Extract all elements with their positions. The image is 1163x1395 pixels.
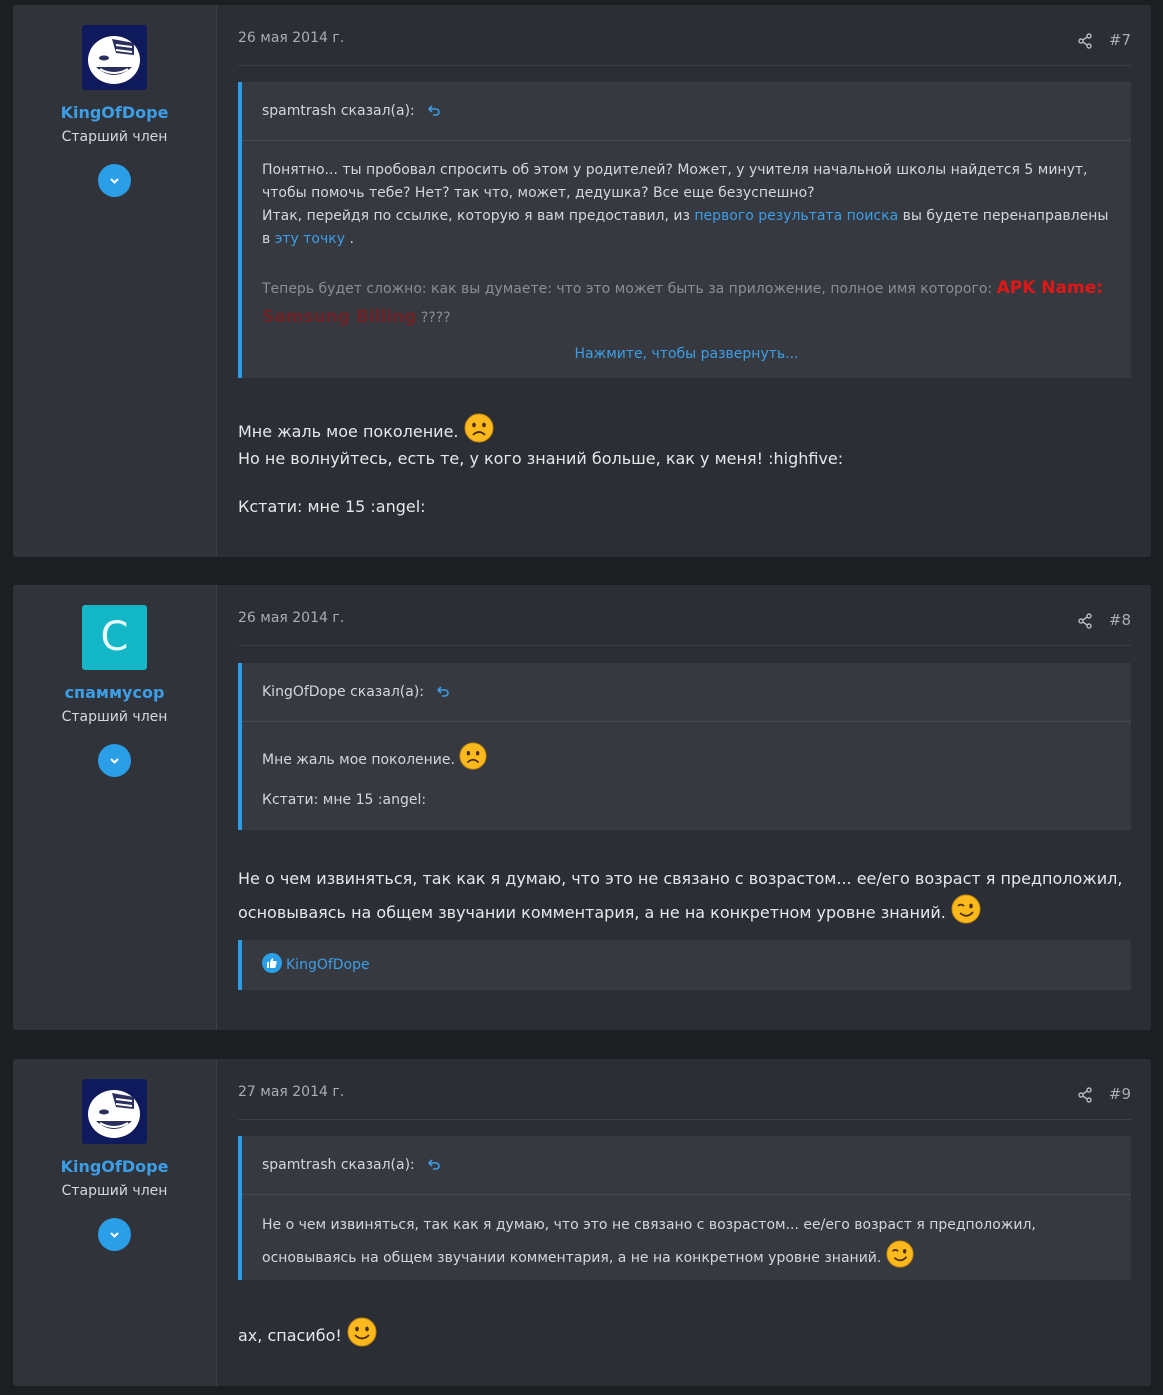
chevron-down-icon	[110, 1232, 119, 1238]
apk-name-value: Samsung Billing	[262, 307, 417, 327]
post-9: KingOfDope Старший член 27 мая 2014 г. #…	[13, 1059, 1151, 1386]
search-result-link[interactable]: первого результата поиска	[694, 208, 898, 224]
username[interactable]: спаммусор	[13, 683, 216, 702]
point-link[interactable]: эту точку	[275, 231, 345, 247]
user-title: Старший член	[61, 129, 168, 145]
quote-header[interactable]: KingOfDope сказал(а):	[242, 663, 1131, 722]
post-main: 27 мая 2014 г. #9 spamtrash сказал(а): Н…	[217, 1059, 1151, 1386]
reply-arrow-icon[interactable]	[427, 104, 441, 118]
post-8: С спаммусор Старший член 26 мая 2014 г. …	[13, 585, 1151, 1030]
quote-body: Понятно... ты пробовал спросить об этом …	[242, 141, 1131, 332]
post-message: Мне жаль мое поколение. Но не волнуйтесь…	[238, 413, 1131, 520]
smile-emoji-icon	[347, 1317, 377, 1347]
avatar[interactable]: С	[82, 605, 147, 670]
post-number[interactable]: #7	[1109, 31, 1131, 49]
wink-emoji-icon	[951, 894, 981, 924]
frown-emoji-icon	[464, 413, 494, 443]
user-cell: KingOfDope Старший член	[13, 1059, 217, 1386]
user-title: Старший член	[61, 709, 168, 725]
post-date[interactable]: 26 мая 2014 г.	[238, 30, 344, 46]
post-number[interactable]: #8	[1109, 611, 1131, 629]
quote-header[interactable]: spamtrash сказал(а):	[242, 82, 1131, 141]
user-title: Старший член	[61, 1183, 168, 1199]
reply-arrow-icon[interactable]	[436, 685, 450, 699]
reply-arrow-icon[interactable]	[427, 1158, 441, 1172]
quote-block: spamtrash сказал(а): Не о чем извиняться…	[238, 1136, 1131, 1280]
avatar[interactable]	[82, 25, 147, 90]
like-user-link[interactable]: KingOfDope	[286, 957, 370, 973]
quote-body: Мне жаль мое поколение. Кстати: мне 15 :…	[242, 722, 1131, 812]
share-icon[interactable]	[1077, 33, 1093, 49]
user-cell: KingOfDope Старший член	[13, 5, 217, 557]
frown-emoji-icon	[459, 742, 487, 770]
quote-block: KingOfDope сказал(а): Мне жаль мое покол…	[238, 663, 1131, 830]
post-message: ах, спасибо!	[238, 1317, 1131, 1349]
quote-author: spamtrash сказал(а):	[262, 1157, 415, 1173]
expand-quote-link[interactable]: Нажмите, чтобы развернуть...	[242, 346, 1131, 362]
divider	[238, 645, 1131, 646]
quote-author: spamtrash сказал(а):	[262, 103, 415, 119]
post-number[interactable]: #9	[1109, 1085, 1131, 1103]
divider	[238, 1119, 1131, 1120]
username[interactable]: KingOfDope	[13, 1157, 216, 1176]
expand-user-button[interactable]	[98, 164, 131, 197]
thumbs-up-icon	[262, 953, 282, 973]
avatar[interactable]	[82, 1079, 147, 1144]
quote-text: Понятно... ты пробовал спросить об этом …	[262, 162, 1088, 201]
share-icon[interactable]	[1077, 1087, 1093, 1103]
post-7: KingOfDope Старший член 26 мая 2014 г. #…	[13, 5, 1151, 557]
quote-text-faded: Теперь будет сложно: как вы думаете: что…	[262, 278, 1104, 327]
post-main: 26 мая 2014 г. #7 spamtrash сказал(а): П…	[217, 5, 1151, 557]
chevron-down-icon	[110, 178, 119, 184]
username[interactable]: KingOfDope	[13, 103, 216, 122]
divider	[238, 65, 1131, 66]
likes-bar[interactable]: KingOfDope	[238, 940, 1131, 990]
post-date[interactable]: 26 мая 2014 г.	[238, 610, 344, 626]
quote-author: KingOfDope сказал(а):	[262, 684, 424, 700]
apk-name-label: APK Name:	[996, 278, 1104, 298]
share-icon[interactable]	[1077, 613, 1093, 629]
quote-header[interactable]: spamtrash сказал(а):	[242, 1136, 1131, 1195]
expand-user-button[interactable]	[98, 744, 131, 777]
user-cell: С спаммусор Старший член	[13, 585, 217, 1030]
quote-block: spamtrash сказал(а): Понятно... ты пробо…	[238, 82, 1131, 378]
quote-text: Итак, перейдя по ссылке, которую я вам п…	[262, 208, 1109, 247]
quote-body: Не о чем извиняться, так как я думаю, чт…	[262, 1217, 1036, 1268]
post-date[interactable]: 27 мая 2014 г.	[238, 1084, 344, 1100]
wink-emoji-icon	[886, 1240, 914, 1268]
post-main: 26 мая 2014 г. #8 KingOfDope сказал(а): …	[217, 585, 1151, 1030]
chevron-down-icon	[110, 758, 119, 764]
post-message: Не о чем извиняться, так как я думаю, чт…	[238, 869, 1123, 924]
expand-user-button[interactable]	[98, 1218, 131, 1251]
